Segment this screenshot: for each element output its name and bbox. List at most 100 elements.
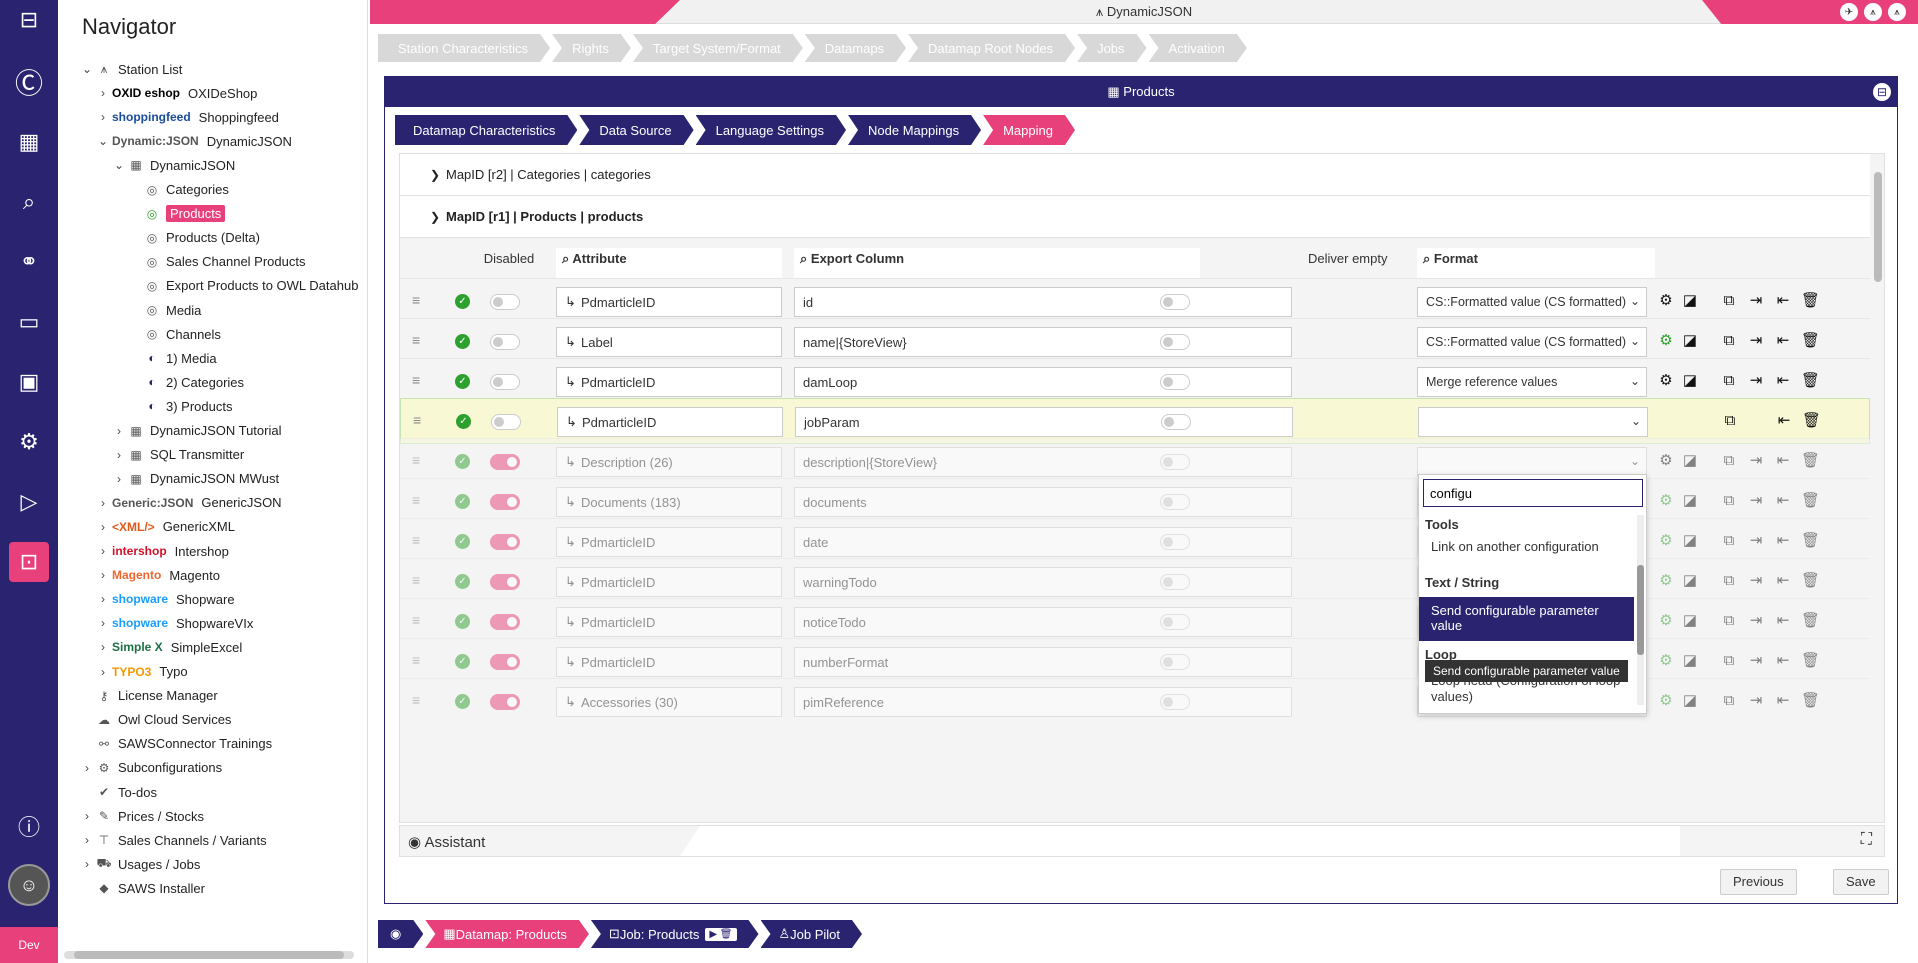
note-icon[interactable]: ◪	[1681, 572, 1699, 590]
export-icon[interactable]: ⇥	[1747, 572, 1765, 590]
gear-icon[interactable]: ⚙	[1657, 692, 1675, 710]
disabled-toggle[interactable]	[490, 534, 520, 550]
save-button[interactable]: Save	[1833, 869, 1889, 895]
attribute-field[interactable]: ↳ Description (26)	[556, 447, 782, 477]
chevron-down-icon[interactable]: ❯	[430, 210, 446, 224]
export-icon[interactable]: ⇥	[1747, 612, 1765, 630]
attribute-field[interactable]: ↳ PdmarticleID	[556, 647, 782, 677]
export-icon[interactable]: ⇥	[1747, 332, 1765, 350]
tree-item[interactable]: › shopware ShopwareVIx	[96, 612, 253, 634]
export-column-field[interactable]: damLoop	[794, 367, 1292, 397]
tree-item[interactable]: › OXID eshop OXIDeShop	[96, 82, 257, 104]
bottom-tab[interactable]: ♙ Job Pilot	[761, 920, 863, 948]
col-attribute[interactable]: ⌕ Attribute	[556, 248, 782, 278]
gear-icon[interactable]: ⚙	[1657, 612, 1675, 630]
deliver-empty-toggle[interactable]	[1160, 614, 1190, 630]
format-select[interactable]: Merge reference values ⌄	[1417, 367, 1647, 397]
import-icon[interactable]: ⇤	[1774, 452, 1792, 470]
station-tab[interactable]: Datamap Root Nodes	[908, 34, 1075, 62]
disabled-toggle[interactable]	[490, 494, 520, 510]
copy-icon[interactable]: ⧉	[1720, 572, 1738, 590]
datamap-tab[interactable]: Node Mappings	[848, 115, 981, 145]
import-icon[interactable]: ⇤	[1774, 372, 1792, 390]
drag-handle-icon[interactable]: ≡	[412, 373, 426, 387]
tree-item[interactable]: › intershop Intershop	[96, 540, 229, 562]
drag-handle-icon[interactable]: ≡	[412, 533, 426, 547]
bottom-tab[interactable]: ⊡ Job: Products ▶ 🗑	[591, 920, 759, 948]
tree-item[interactable]: ◎ Categories	[128, 179, 229, 201]
tree-item[interactable]: ◐ 3) Products	[128, 395, 232, 417]
export-column-field[interactable]: date	[794, 527, 1292, 557]
tree-item[interactable]: ✔ To-dos	[80, 781, 157, 803]
tree-item[interactable]: › shopware Shopware	[96, 588, 235, 610]
plane-icon[interactable]: ✈	[1840, 3, 1858, 21]
tree-item[interactable]: ◎ Sales Channel Products	[128, 251, 306, 273]
chevron-right-icon[interactable]: ›	[96, 86, 110, 100]
col-format[interactable]: ⌕ Format	[1417, 248, 1655, 278]
disabled-toggle[interactable]	[490, 334, 520, 350]
copy-icon[interactable]: ⧉	[1720, 452, 1738, 470]
drag-handle-icon[interactable]: ≡	[412, 573, 426, 587]
format-select[interactable]: ⌄	[1417, 447, 1647, 477]
disabled-toggle[interactable]	[491, 414, 521, 430]
deliver-empty-toggle[interactable]	[1160, 694, 1190, 710]
deliver-empty-toggle[interactable]	[1160, 574, 1190, 590]
note-icon[interactable]: ◪	[1681, 692, 1699, 710]
trash-icon[interactable]: 🗑	[1801, 692, 1820, 710]
logo-icon[interactable]: Ⓒ	[9, 62, 49, 102]
chevron-right-icon[interactable]: ›	[80, 833, 94, 847]
navigator-scrollbar[interactable]	[64, 951, 354, 959]
drag-handle-icon[interactable]: ≡	[412, 453, 426, 467]
import-icon[interactable]: ⇤	[1774, 492, 1792, 510]
chevron-right-icon[interactable]: ›	[96, 544, 110, 558]
export-icon[interactable]: ⇥	[1747, 532, 1765, 550]
tree-item[interactable]: ☁ Owl Cloud Services	[80, 709, 231, 731]
trash-icon[interactable]: 🗑	[1801, 652, 1820, 670]
gear-icon[interactable]: ⚙	[1657, 372, 1675, 390]
assistant-bar[interactable]: ◉ Assistant ⛶	[399, 825, 1885, 857]
attribute-field[interactable]: ↳ PdmarticleID	[556, 567, 782, 597]
chevron-down-icon[interactable]: ⌄	[1630, 374, 1640, 388]
deliver-empty-toggle[interactable]	[1160, 494, 1190, 510]
import-icon[interactable]: ⇤	[1775, 412, 1793, 430]
chevron-down-icon[interactable]: ⌄	[1630, 334, 1640, 348]
gear-icon[interactable]: ⚙	[1657, 452, 1675, 470]
col-export-column[interactable]: ⌕ Export Column	[794, 248, 1200, 278]
note-icon[interactable]: ◪	[1681, 332, 1699, 350]
export-column-field[interactable]: description|{StoreView}	[794, 447, 1292, 477]
copy-icon[interactable]: ⧉	[1720, 532, 1738, 550]
export-column-field[interactable]: pimReference	[794, 687, 1292, 717]
bottom-tab[interactable]: ◉	[378, 920, 423, 948]
drag-handle-icon[interactable]: ≡	[412, 653, 426, 667]
dashboard-icon[interactable]: ▦	[9, 122, 49, 162]
station-tab[interactable]: Target System/Format	[633, 34, 803, 62]
gear-icon[interactable]: ⚙	[1657, 572, 1675, 590]
tree-item[interactable]: ◎ Export Products to OWL Datahub	[128, 275, 359, 297]
settings-icon[interactable]: ⚙	[9, 422, 49, 462]
tree-item[interactable]: › ⚙ Subconfigurations	[80, 757, 222, 779]
tree-item[interactable]: ◎ Channels	[128, 323, 221, 345]
tree-item[interactable]: › ✎ Prices / Stocks	[80, 805, 204, 827]
export-icon[interactable]: ⇥	[1747, 372, 1765, 390]
drag-handle-icon[interactable]: ≡	[412, 693, 426, 707]
note-icon[interactable]: ◪	[1681, 492, 1699, 510]
attribute-field[interactable]: ↳ PdmarticleID	[556, 287, 782, 317]
disabled-toggle[interactable]	[490, 654, 520, 670]
import-icon[interactable]: ⇤	[1774, 692, 1792, 710]
job-controls[interactable]: ▶ 🗑	[705, 928, 736, 941]
chevron-down-icon[interactable]: ⌄	[96, 134, 110, 148]
import-icon[interactable]: ⇤	[1774, 572, 1792, 590]
avatar[interactable]: ☺	[8, 864, 50, 906]
copy-icon[interactable]: ⧉	[1720, 492, 1738, 510]
tree-item[interactable]: ◆ SAWS Installer	[80, 877, 205, 899]
book-icon[interactable]: ▭	[9, 302, 49, 342]
tree-item[interactable]: › TYPO3 Typo	[96, 661, 188, 683]
gear-icon[interactable]: ⚙	[1657, 532, 1675, 550]
dropdown-option-send-parameter[interactable]: Send configurable parameter value	[1419, 597, 1634, 641]
connections-icon[interactable]: ⚭	[9, 242, 49, 282]
export-icon[interactable]: ⇥	[1747, 292, 1765, 310]
chevron-right-icon[interactable]: ›	[96, 568, 110, 582]
copy-icon[interactable]: ⧉	[1720, 372, 1738, 390]
tree-item[interactable]: › Simple X SimpleExcel	[96, 636, 242, 658]
copy-icon[interactable]: ⧉	[1720, 652, 1738, 670]
